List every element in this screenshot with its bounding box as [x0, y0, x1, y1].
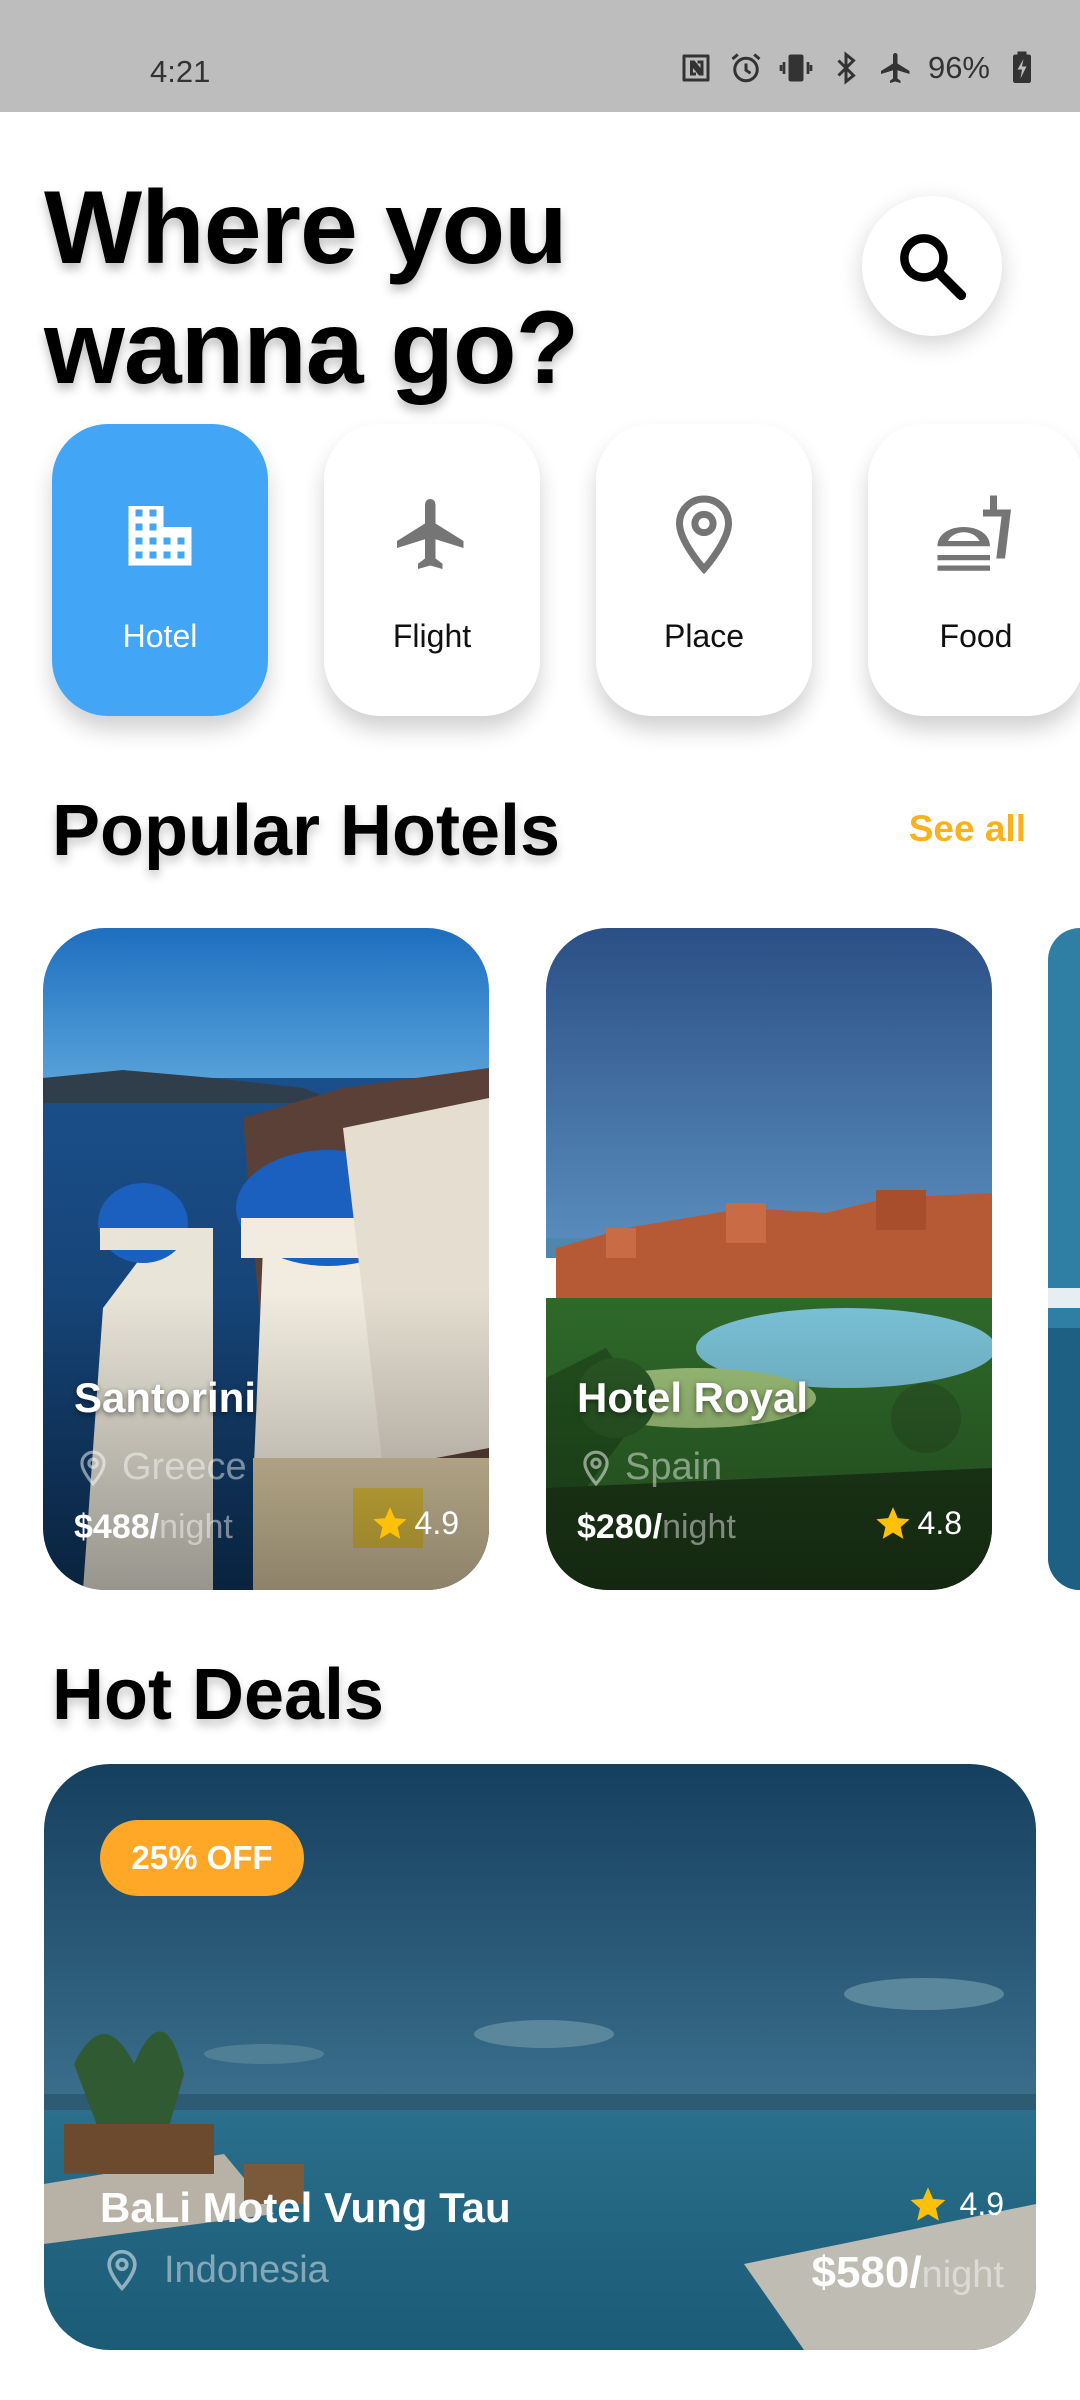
hotel-rating: 4.9 [371, 1504, 459, 1542]
status-icons: 96% [678, 50, 1040, 86]
hotel-name: Santorini [74, 1374, 257, 1421]
page-title: Where you wanna go? [44, 168, 664, 408]
deal-price-unit: night [921, 2254, 1004, 2296]
card-overlay [43, 928, 489, 1590]
category-label: Place [663, 618, 745, 654]
category-label: Flight [392, 618, 472, 654]
vibrate-icon [779, 54, 813, 82]
card-overlay [546, 928, 992, 1590]
hotel-card-hotel-royal[interactable]: Hotel Royal Spain $280/night 4.8 [546, 928, 992, 1590]
discount-badge: 25% OFF [100, 1820, 304, 1896]
airplane-icon [397, 499, 464, 569]
star-icon [875, 1507, 910, 1539]
deal-location-text: Indonesia [164, 2248, 329, 2291]
hotel-location-text: Spain [625, 1446, 723, 1488]
category-food[interactable]: Food [868, 424, 1080, 716]
hotel-price-value: $488/ [74, 1508, 160, 1546]
deal-card-bali-motel[interactable]: 25% OFF BaLi Motel Vung Tau Indonesia 4.… [44, 1764, 1036, 2350]
popular-hotels-title: Popular Hotels [52, 791, 561, 871]
location-pin-icon [675, 495, 733, 575]
deal-location: Indonesia [100, 2248, 329, 2292]
search-icon [900, 234, 967, 301]
hotel-rating-value: 4.8 [917, 1504, 962, 1541]
hot-deals-title: Hot Deals [52, 1655, 385, 1735]
category-flight[interactable]: Flight [324, 424, 540, 716]
bluetooth-icon [837, 51, 856, 85]
hotel-price-unit: night [159, 1508, 233, 1546]
page-title-line1: Where you [44, 170, 568, 286]
airplane-mode-icon [880, 53, 910, 83]
deal-rating-value: 4.9 [959, 2185, 1004, 2222]
battery-charging-icon [1013, 51, 1031, 83]
location-pin-icon [583, 1450, 609, 1486]
page-title-line2: wanna go? [44, 290, 579, 406]
star-icon [910, 2187, 946, 2221]
category-label: Food [939, 618, 1013, 654]
deal-rating: 4.9 [908, 2184, 1004, 2224]
location-pin-icon [107, 2249, 137, 2292]
hotel-icon [128, 506, 192, 566]
status-bar: 4:21 96% [0, 0, 1080, 112]
see-all-link[interactable]: See all [909, 808, 1026, 850]
alarm-icon [731, 53, 761, 83]
category-hotel[interactable]: Hotel [52, 424, 268, 716]
hotel-location: Greece [74, 1446, 247, 1489]
hotel-photo [1048, 928, 1080, 1590]
status-time: 4:21 [150, 54, 211, 89]
category-label: Hotel [122, 618, 198, 654]
hotel-card-santorini[interactable]: Santorini Greece $488/night 4.9 [43, 928, 489, 1590]
deal-price: $580/night [811, 2248, 1004, 2298]
battery-percent: 96% [927, 50, 990, 85]
fastfood-icon [937, 495, 1011, 571]
location-pin-icon [80, 1450, 106, 1486]
hotel-location-text: Greece [122, 1446, 247, 1488]
hotel-card-partial[interactable] [1048, 928, 1080, 1590]
search-button[interactable] [862, 196, 1002, 336]
deal-price-value: $580/ [811, 2248, 922, 2297]
hotel-price: $280/night [577, 1508, 736, 1547]
hotel-name: Hotel Royal [577, 1374, 809, 1421]
hotel-price-value: $280/ [577, 1508, 663, 1546]
hotel-price: $488/night [74, 1508, 233, 1547]
star-icon [372, 1507, 407, 1539]
deal-name: BaLi Motel Vung Tau [100, 2184, 511, 2231]
nfc-icon [682, 54, 710, 82]
hotel-location: Spain [577, 1446, 722, 1489]
hotel-rating: 4.8 [874, 1504, 962, 1542]
hotel-price-unit: night [662, 1508, 736, 1546]
category-place[interactable]: Place [596, 424, 812, 716]
hotel-rating-value: 4.9 [414, 1504, 459, 1541]
